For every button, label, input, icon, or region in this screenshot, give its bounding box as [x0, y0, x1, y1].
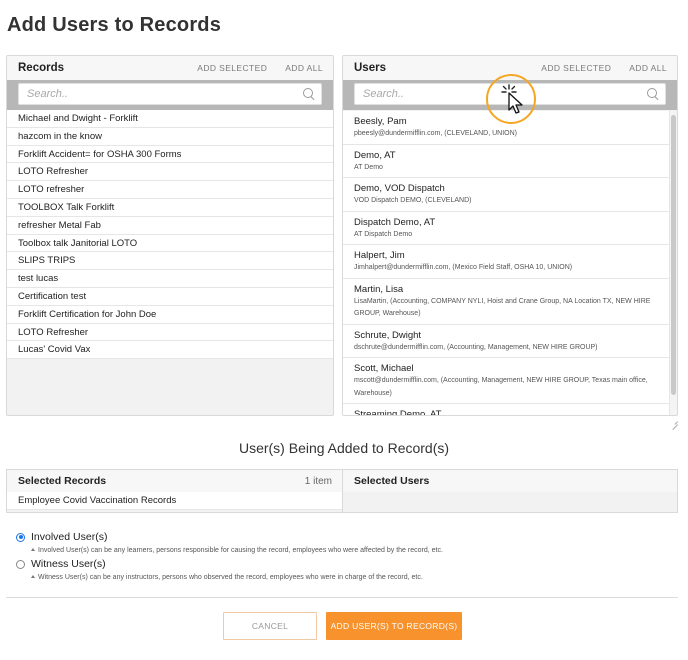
click-cursor-icon — [501, 84, 523, 114]
records-search-bar — [7, 80, 333, 110]
user-detail: pbeesly@dundermifflin.com, (CLEVELAND, U… — [354, 130, 517, 137]
users-scrollbar-thumb[interactable] — [671, 115, 676, 395]
record-list-item[interactable]: Forklift Accident= for OSHA 300 Forms — [7, 145, 333, 164]
user-detail: LisaMartin, (Accounting, COMPANY NYLI, H… — [354, 297, 651, 318]
users-add-selected-button[interactable]: ADD SELECTED — [541, 63, 611, 73]
user-name: Demo, AT — [354, 149, 396, 161]
witness-users-radio[interactable] — [16, 559, 25, 569]
records-list: Michael and Dwight - Forklift hazcom in t… — [7, 110, 333, 360]
users-scrollbar[interactable] — [669, 111, 677, 415]
selected-panel: Selected Records 1 item Employee Covid V… — [6, 469, 678, 513]
user-role-radio-group: Involved User(s) Involved User(s) can be… — [16, 530, 443, 584]
section-title: User(s) Being Added to Record(s) — [238, 440, 450, 456]
user-list-item[interactable]: Martin, Lisa LisaMartin, (Accounting, COM… — [343, 278, 669, 325]
records-panel-title: Records — [18, 62, 65, 74]
selected-records-title: Selected Records — [18, 475, 107, 487]
involved-users-radio[interactable] — [16, 532, 25, 542]
search-icon[interactable] — [647, 88, 659, 100]
record-list-item[interactable]: refresher Metal Fab — [7, 216, 333, 235]
page-title: Add Users to Records — [7, 14, 222, 36]
involved-users-label: Involved User(s) — [31, 531, 108, 543]
selected-record-item[interactable]: Employee Covid Vaccination Records — [7, 492, 342, 510]
user-list-item[interactable]: Scott, Michael mscott@dundermifflin.com, … — [343, 358, 669, 404]
user-detail: mscott@dundermifflin.com, (Accounting, M… — [354, 377, 648, 397]
record-list-item[interactable]: LOTO Refresher — [7, 323, 333, 342]
selected-records-column: Selected Records 1 item Employee Covid V… — [7, 470, 343, 512]
user-name: Schrute, Dwight — [354, 329, 422, 341]
record-list-item[interactable]: hazcom in the know — [7, 127, 333, 146]
user-detail: dschrute@dundermifflin.com, (Accounting,… — [354, 343, 598, 351]
selected-users-header: Selected Users — [343, 470, 677, 492]
witness-users-label: Witness User(s) — [31, 558, 106, 570]
witness-users-hint-text: Witness User(s) can be any instructors, … — [38, 574, 423, 581]
record-list-item[interactable]: SLIPS TRIPS — [7, 252, 333, 271]
users-add-all-button[interactable]: ADD ALL — [629, 63, 667, 73]
records-panel: Records ADD SELECTED ADD ALL Michael and… — [6, 55, 334, 416]
records-search-input[interactable] — [27, 88, 303, 100]
users-list: Beesly, Pam pbeesly@dundermifflin.com, (C… — [343, 111, 669, 415]
record-list-item[interactable]: Michael and Dwight - Forklift — [7, 110, 333, 128]
record-list-item[interactable]: Lucas' Covid Vax — [7, 341, 333, 360]
triangle-up-icon — [31, 548, 35, 551]
user-name: Dispatch Demo, AT — [354, 216, 436, 228]
selected-users-title: Selected Users — [354, 475, 430, 487]
triangle-up-icon — [31, 575, 35, 578]
user-detail: VOD Dispatch DEMO, (CLEVELAND) — [354, 197, 472, 204]
user-list-item[interactable]: Demo, VOD Dispatch VOD Dispatch DEMO, (CL… — [343, 178, 669, 212]
user-name: Halpert, Jim — [354, 250, 405, 261]
user-name: Martin, Lisa — [354, 283, 404, 295]
records-search-box — [18, 83, 322, 105]
user-name: Demo, VOD Dispatch — [354, 183, 445, 194]
user-list-item[interactable]: Dispatch Demo, AT AT Dispatch Demo — [343, 211, 669, 245]
records-add-selected-button[interactable]: ADD SELECTED — [197, 63, 267, 73]
record-list-item[interactable]: TOOLBOX Talk Forklift — [7, 198, 333, 217]
user-detail: AT Demo — [354, 163, 383, 171]
add-users-to-records-button[interactable]: ADD USER(S) TO RECORD(S) — [326, 612, 462, 640]
user-detail: Jimhalpert@dundermifflin.com, (Mexico Fi… — [354, 264, 573, 271]
footer-divider — [6, 597, 678, 598]
record-list-item[interactable]: Toolbox talk Janitorial LOTO — [7, 234, 333, 253]
witness-users-hint: Witness User(s) can be any instructors, … — [31, 571, 443, 584]
selected-records-header: Selected Records 1 item — [7, 470, 342, 492]
records-panel-header: Records ADD SELECTED ADD ALL — [7, 56, 333, 80]
record-list-item[interactable]: LOTO Refresher — [7, 163, 333, 182]
user-name: Scott, Michael — [354, 363, 414, 374]
cancel-button[interactable]: CANCEL — [223, 612, 317, 640]
user-list-item[interactable]: Halpert, Jim Jimhalpert@dundermifflin.com… — [343, 245, 669, 279]
users-panel-title: Users — [354, 62, 386, 74]
involved-users-hint-text: Involved User(s) can be any learners, pe… — [38, 547, 443, 554]
involved-users-hint: Involved User(s) can be any learners, pe… — [31, 544, 443, 557]
record-list-item[interactable]: LOTO refresher — [7, 181, 333, 199]
records-add-all-button[interactable]: ADD ALL — [285, 63, 323, 73]
user-detail: AT Dispatch Demo — [354, 230, 413, 238]
involved-users-radio-option[interactable]: Involved User(s) — [16, 530, 443, 544]
record-list-item[interactable]: test lucas — [7, 270, 333, 288]
user-list-item[interactable]: Demo, AT AT Demo — [343, 144, 669, 178]
record-list-item[interactable]: Forklift Certification for John Doe — [7, 305, 333, 324]
record-list-item[interactable]: Certification test — [7, 287, 333, 306]
user-list-item[interactable]: Streaming Demo, ATAT Streaming Demo — [343, 404, 669, 415]
search-icon[interactable] — [303, 88, 315, 100]
witness-users-radio-option[interactable]: Witness User(s) — [16, 557, 443, 571]
selected-users-column: Selected Users — [343, 470, 677, 512]
resize-handle-icon[interactable] — [671, 418, 678, 425]
selected-records-count: 1 item — [304, 475, 332, 487]
user-list-item[interactable]: Schrute, Dwight dschrute@dundermifflin.co… — [343, 324, 669, 358]
user-name: Streaming Demo, AT — [354, 409, 442, 415]
